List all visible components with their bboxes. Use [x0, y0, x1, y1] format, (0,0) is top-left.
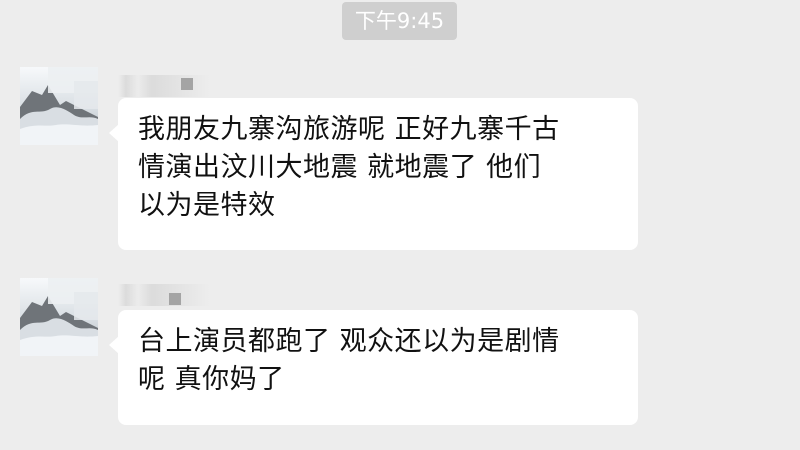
message-line: 台上演员都跑了 观众还以为是剧情: [138, 326, 560, 357]
message-bubble[interactable]: 我朋友九寨沟旅游呢 正好九寨千古 情演出汶川大地震 就地震了 他们 以为是特效: [109, 98, 638, 250]
chat-timestamp: 下午9:45: [342, 2, 457, 40]
blur-pixel: [169, 293, 181, 305]
message-line: 以为是特效: [138, 190, 276, 221]
message-line: 情演出汶川大地震 就地震了 他们: [138, 152, 542, 183]
message-bubble[interactable]: 台上演员都跑了 观众还以为是剧情 呢 真你妈了: [109, 310, 638, 425]
message-line: 呢 真你妈了: [138, 364, 285, 395]
blur-pixel: [181, 78, 193, 90]
sender-name-blurred: [118, 284, 210, 306]
misty-mountain-avatar-icon[interactable]: [20, 67, 98, 145]
message-line: 我朋友九寨沟旅游呢 正好九寨千古: [138, 114, 560, 145]
sender-name-blurred: [118, 75, 210, 97]
misty-mountain-avatar-icon[interactable]: [20, 278, 98, 356]
